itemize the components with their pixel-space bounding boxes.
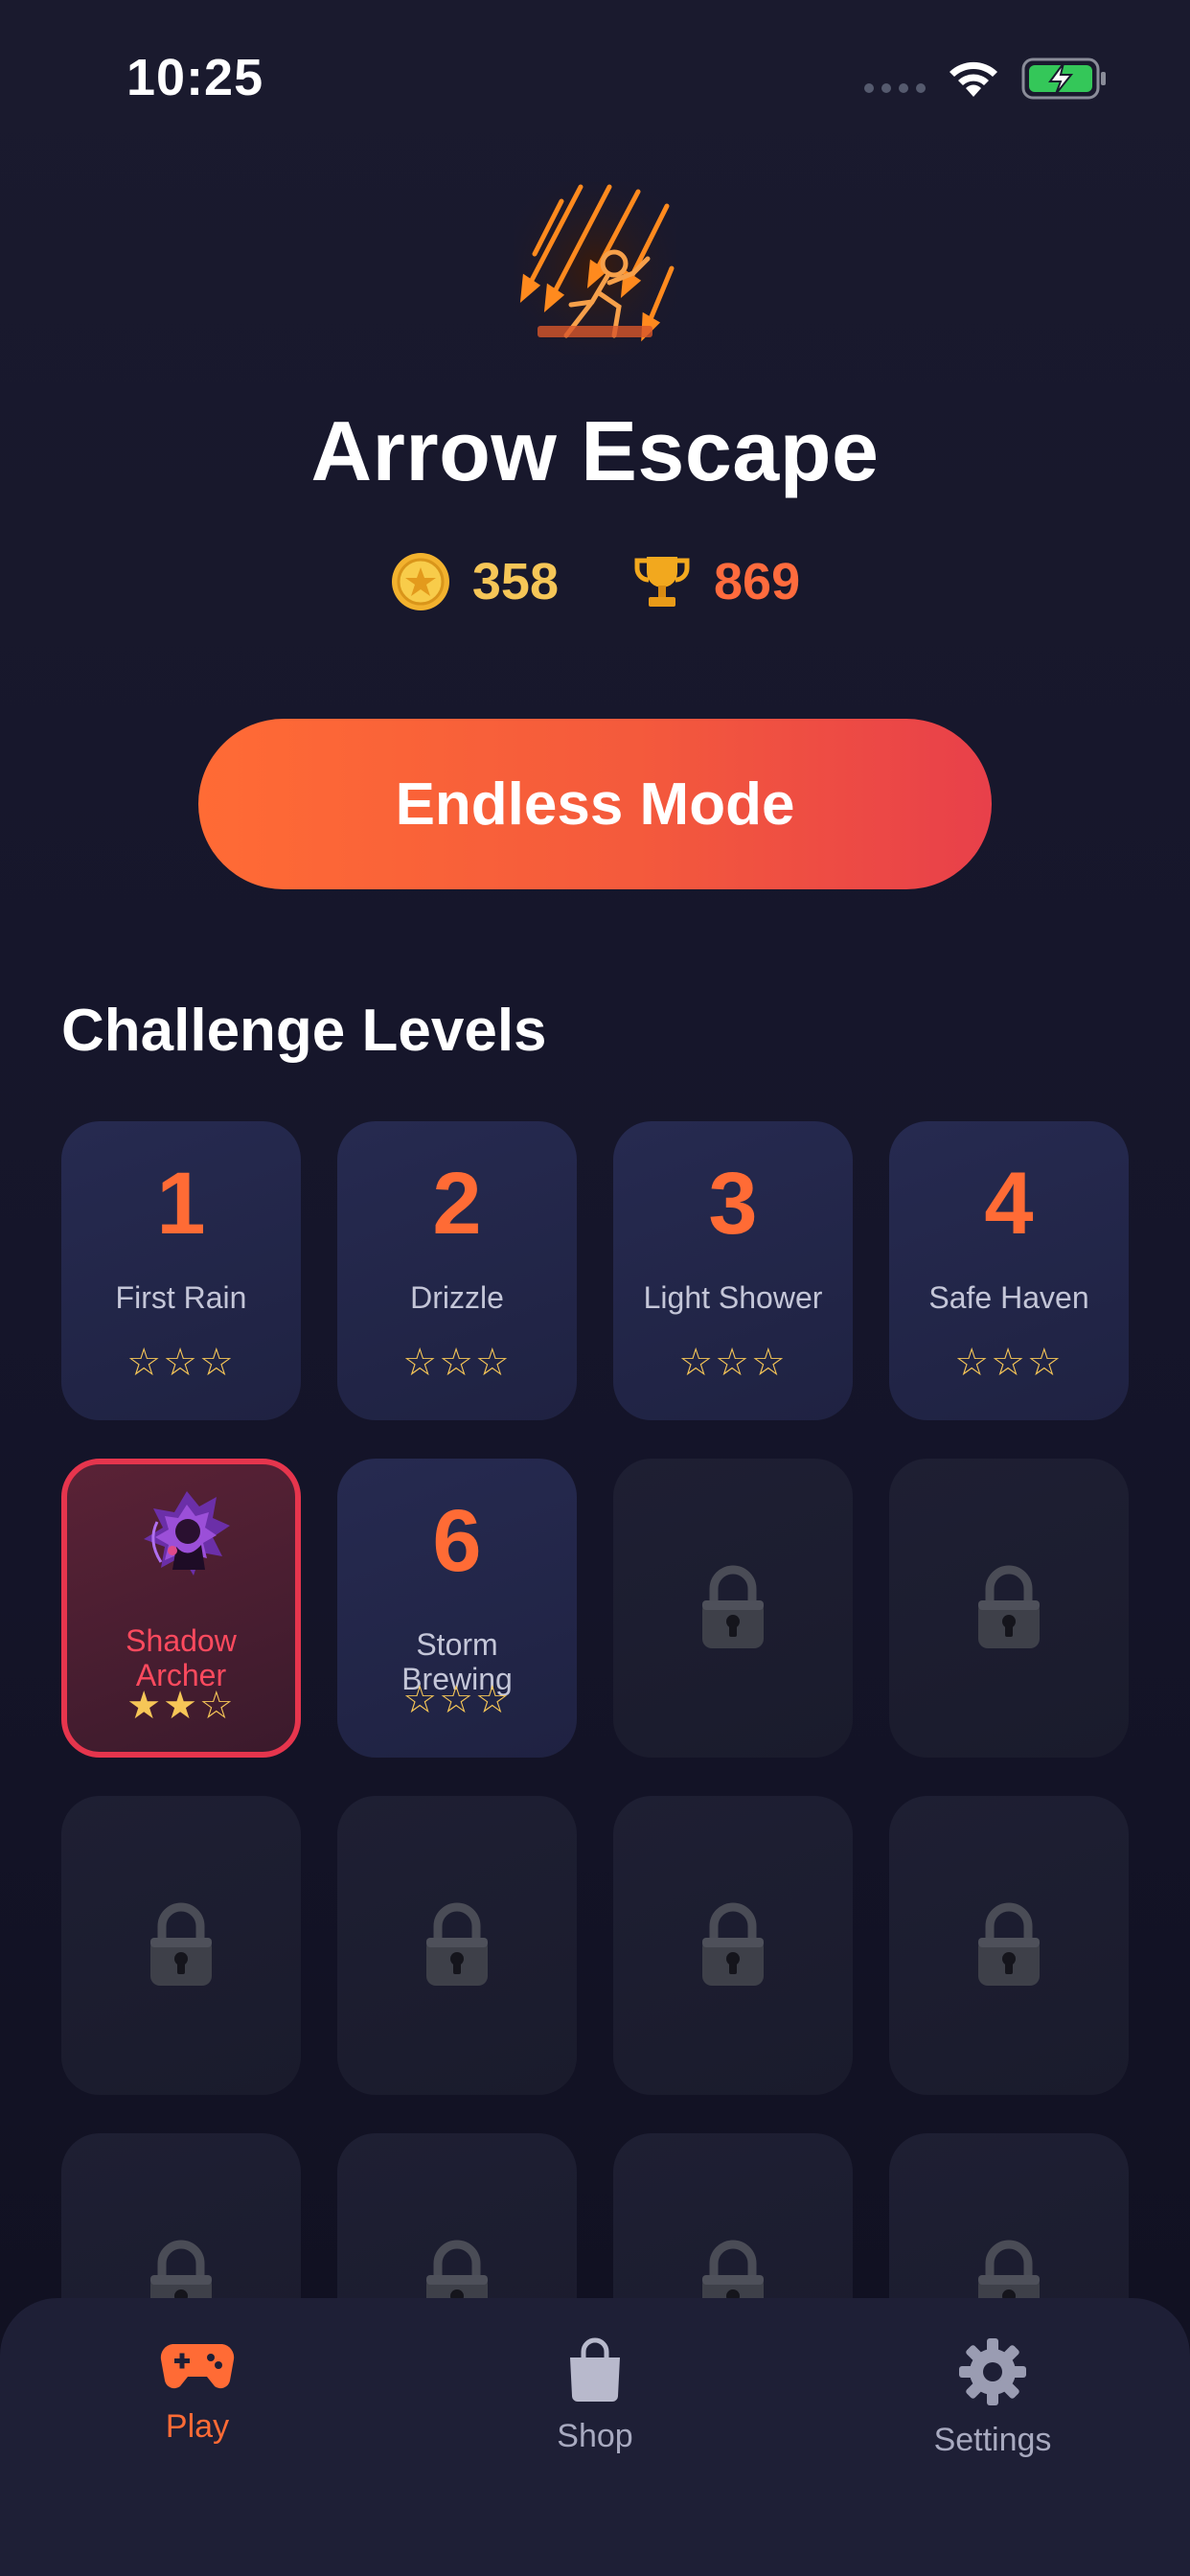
tab-shop[interactable]: Shop (480, 2336, 710, 2455)
level-number: 2 (432, 1155, 482, 1253)
tab-label: Settings (933, 2422, 1052, 2458)
level-name: Drizzle (410, 1280, 504, 1315)
level-card-locked[interactable] (889, 1459, 1129, 1758)
level-card-locked[interactable] (613, 1459, 853, 1758)
gamepad-icon (160, 2344, 235, 2389)
lock-icon (426, 1902, 488, 1986)
level-stars: ★★☆ (126, 1685, 236, 1727)
status-icons (864, 58, 1108, 100)
currency-stats: 358 869 (0, 551, 1190, 612)
level-name: Light Shower (643, 1280, 823, 1315)
level-name: First Rain (115, 1280, 247, 1315)
level-card-2[interactable]: 2 Drizzle ☆☆☆ (337, 1121, 577, 1420)
level-card-locked[interactable] (61, 1796, 301, 2095)
status-bar: 10:25 (0, 0, 1190, 153)
trophy-count: 869 (714, 553, 801, 610)
wifi-icon (950, 61, 997, 97)
level-stars: ☆☆☆ (126, 1342, 236, 1384)
level-card-6[interactable]: 6 Storm Brewing ☆☆☆ (337, 1459, 577, 1758)
tab-play[interactable]: Play (82, 2336, 312, 2446)
level-number: 4 (984, 1155, 1034, 1253)
lock-icon (978, 1565, 1040, 1648)
arrow-escape-logo (514, 182, 676, 355)
level-stars: ☆☆☆ (678, 1342, 788, 1384)
level-card-boss-shadow-archer[interactable]: Shadow Archer ★★☆ (61, 1459, 301, 1758)
level-stars: ☆☆☆ (402, 1342, 512, 1384)
app-title: Arrow Escape (310, 403, 880, 498)
level-stars: ☆☆☆ (402, 1679, 512, 1721)
level-card-1[interactable]: 1 First Rain ☆☆☆ (61, 1121, 301, 1420)
coin-count: 358 (471, 553, 559, 610)
section-title: Challenge Levels (61, 998, 547, 1064)
tab-label: Shop (557, 2418, 633, 2454)
shopping-bag-icon (570, 2337, 620, 2402)
shadow-archer-icon (144, 1491, 230, 1576)
cellular-signal-icon (864, 83, 926, 93)
endless-mode-button[interactable]: Endless Mode (198, 719, 992, 889)
level-card-3[interactable]: 3 Light Shower ☆☆☆ (613, 1121, 853, 1420)
lock-icon (702, 1565, 764, 1648)
level-name-line-1: Storm (416, 1627, 498, 1662)
level-number: 3 (708, 1155, 758, 1253)
lock-icon (978, 1902, 1040, 1986)
level-name: Safe Haven (928, 1280, 1089, 1315)
lock-icon (150, 1902, 212, 1986)
level-card-locked[interactable] (613, 1796, 853, 2095)
tab-settings[interactable]: Settings (878, 2336, 1108, 2459)
level-card-locked[interactable] (889, 1796, 1129, 2095)
level-number: 6 (432, 1492, 482, 1590)
status-time: 10:25 (126, 49, 264, 106)
coin-counter: 358 (390, 551, 559, 612)
trophy-icon (634, 557, 690, 607)
bottom-tab-bar: Play Shop Settings (0, 2298, 1190, 2576)
level-card-4[interactable]: 4 Safe Haven ☆☆☆ (889, 1121, 1129, 1420)
battery-charging-icon (1021, 58, 1106, 100)
gear-icon (959, 2338, 1026, 2405)
coin-icon (391, 553, 449, 610)
level-name-line-1: Shadow (126, 1623, 237, 1658)
level-number: 1 (156, 1155, 206, 1253)
tab-label: Play (165, 2408, 230, 2445)
level-card-locked[interactable] (337, 1796, 577, 2095)
level-name: Shadow Archer (67, 1623, 295, 1692)
lock-icon (702, 1902, 764, 1986)
level-stars: ☆☆☆ (954, 1342, 1064, 1384)
trophy-counter: 869 (631, 551, 800, 612)
